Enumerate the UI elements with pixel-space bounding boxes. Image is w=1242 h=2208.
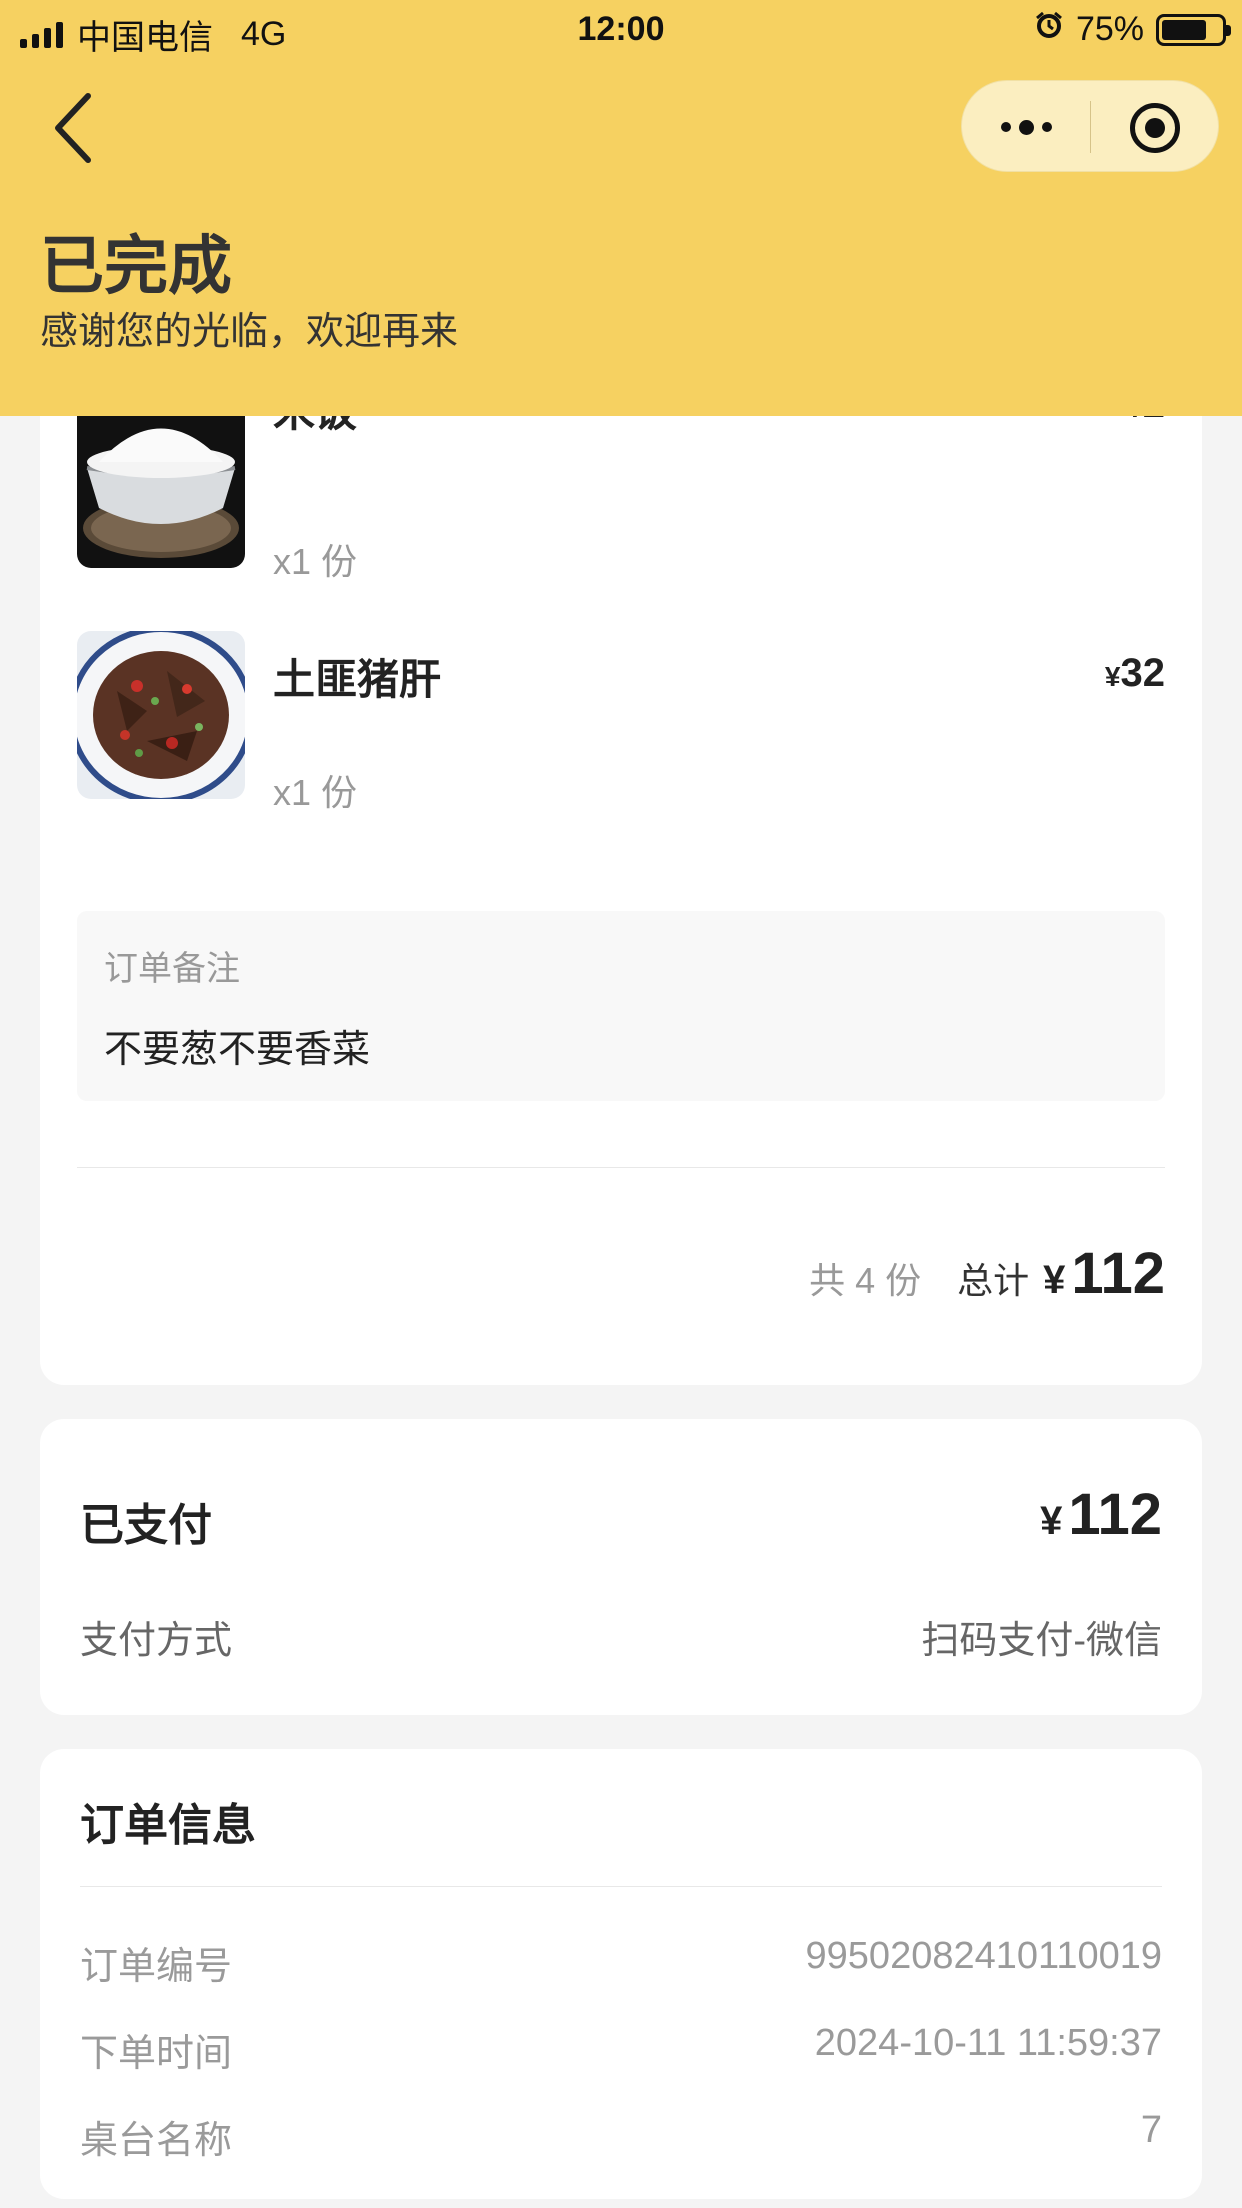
payment-card: 已支付 ¥ 112 支付方式 扫码支付-微信 bbox=[40, 1419, 1202, 1715]
currency-symbol: ¥ bbox=[1104, 661, 1121, 692]
more-button[interactable] bbox=[962, 81, 1090, 173]
order-remark: 订单备注 不要葱不要香菜 bbox=[77, 911, 1165, 1101]
info-value: 7 bbox=[1140, 2109, 1162, 2151]
chevron-left-icon bbox=[55, 93, 91, 163]
paid-label: 已支付 bbox=[80, 1501, 212, 1550]
total-label: 总计 bbox=[957, 1260, 1030, 1301]
paid-amount: ¥ 112 bbox=[1040, 1481, 1162, 1548]
item-name: 土匪猪肝 bbox=[273, 656, 442, 703]
divider bbox=[77, 1167, 1165, 1168]
back-button[interactable] bbox=[50, 88, 100, 168]
rice-bowl-image bbox=[77, 400, 245, 568]
status-right: 75% bbox=[1034, 10, 1231, 49]
page-title: 已完成 bbox=[40, 230, 232, 302]
order-total: 共 4 份 总计 ¥ 112 bbox=[809, 1240, 1165, 1307]
battery-icon bbox=[1156, 13, 1231, 46]
pork-liver-dish-image bbox=[77, 631, 245, 799]
item-price: ¥32 bbox=[1105, 651, 1165, 696]
info-key: 下单时间 bbox=[80, 2033, 233, 2075]
alarm-icon bbox=[1034, 10, 1064, 49]
order-items-card: 米饭 x1 份 ¥2 土匪猪肝 x1 份 bbox=[40, 380, 1202, 1385]
price-value: 32 bbox=[1120, 651, 1166, 695]
item-qty: x1 份 bbox=[273, 772, 358, 813]
currency-symbol: ¥ bbox=[1040, 1499, 1063, 1543]
paid-amount-value: 112 bbox=[1068, 1482, 1162, 1547]
order-info-title: 订单信息 bbox=[80, 1801, 256, 1850]
item-count: 共 4 份 bbox=[809, 1260, 922, 1301]
status-bar: 中国电信 4G 12:00 75% bbox=[0, 0, 1242, 62]
info-value: 2024-10-11 11:59:37 bbox=[814, 2022, 1162, 2064]
remark-text: 不要葱不要香菜 bbox=[104, 1029, 371, 1071]
divider bbox=[80, 1886, 1162, 1887]
more-icon bbox=[1000, 122, 1011, 132]
list-item[interactable]: 土匪猪肝 x1 份 ¥32 bbox=[77, 631, 1165, 813]
page-header: 中国电信 4G 12:00 75% 已完成 感谢您的光临，欢迎再来 bbox=[0, 0, 1242, 416]
currency-symbol: ¥ bbox=[1043, 1258, 1066, 1302]
page-subtitle: 感谢您的光临，欢迎再来 bbox=[40, 311, 459, 353]
pay-method-value: 扫码支付-微信 bbox=[921, 1620, 1162, 1662]
battery-percent: 75% bbox=[1075, 10, 1144, 48]
total-amount: 112 bbox=[1071, 1241, 1165, 1306]
mini-program-capsule bbox=[961, 80, 1219, 172]
info-key: 桌台名称 bbox=[80, 2120, 233, 2162]
item-qty: x1 份 bbox=[273, 541, 358, 582]
info-key: 订单编号 bbox=[80, 1946, 233, 1988]
info-value[interactable]: 99502082410110019 bbox=[806, 1935, 1162, 1978]
order-info-card: 订单信息 订单编号 99502082410110019 下单时间 2024-10… bbox=[40, 1749, 1202, 2199]
remark-label: 订单备注 bbox=[104, 950, 240, 988]
list-item[interactable]: 米饭 x1 份 ¥2 bbox=[77, 382, 1165, 582]
capsule-divider bbox=[1090, 101, 1091, 153]
close-target-icon[interactable] bbox=[1130, 103, 1180, 153]
pay-method-label: 支付方式 bbox=[80, 1620, 233, 1662]
